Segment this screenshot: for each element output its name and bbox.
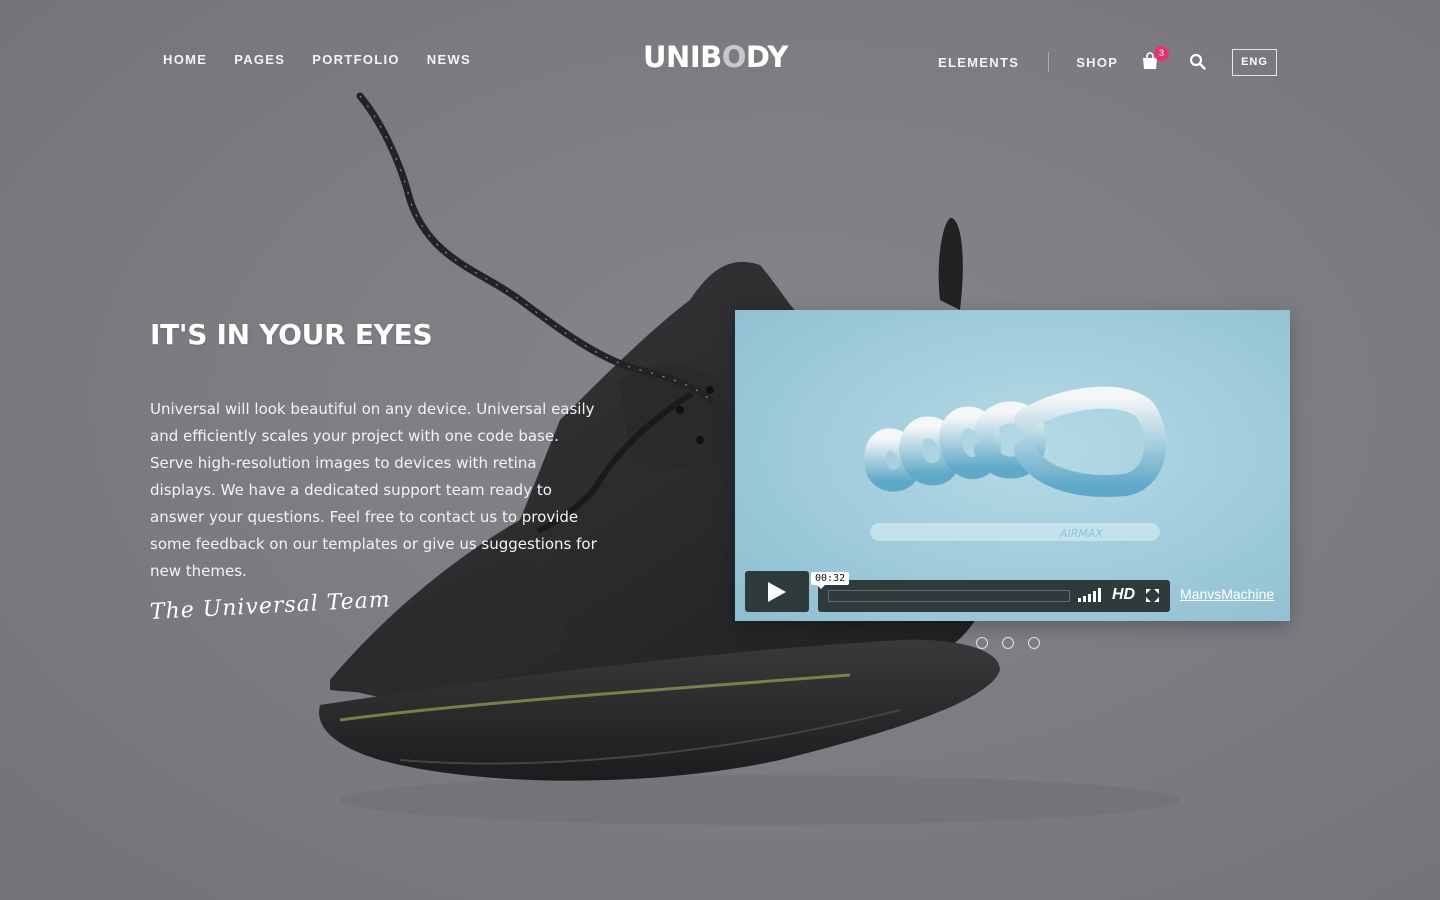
video-credit-link[interactable]: ManvsMachine [1180, 586, 1274, 602]
play-button[interactable] [745, 571, 809, 612]
hero-body-text: Universal will look beautiful on any dev… [150, 400, 597, 580]
hero-headline: IT'S IN YOUR EYES [150, 318, 433, 351]
slider-dot-2[interactable] [1002, 637, 1014, 649]
fullscreen-icon[interactable] [1146, 589, 1159, 602]
video-controls: HD [818, 580, 1170, 612]
hd-toggle[interactable]: HD [1112, 586, 1135, 604]
play-icon [768, 581, 786, 602]
slider-dot-1[interactable] [976, 637, 988, 649]
slider-dot-3[interactable] [1028, 637, 1040, 649]
video-time-tooltip: 00:32 [811, 572, 850, 589]
volume-icon[interactable] [1078, 588, 1102, 602]
video-progress-bar[interactable] [828, 590, 1070, 602]
slider-pagination [976, 637, 1040, 649]
video-product-text: AIRMAX [1059, 527, 1103, 540]
video-player[interactable]: AIRMAX HD 00:32 ManvsMachine [735, 310, 1290, 621]
